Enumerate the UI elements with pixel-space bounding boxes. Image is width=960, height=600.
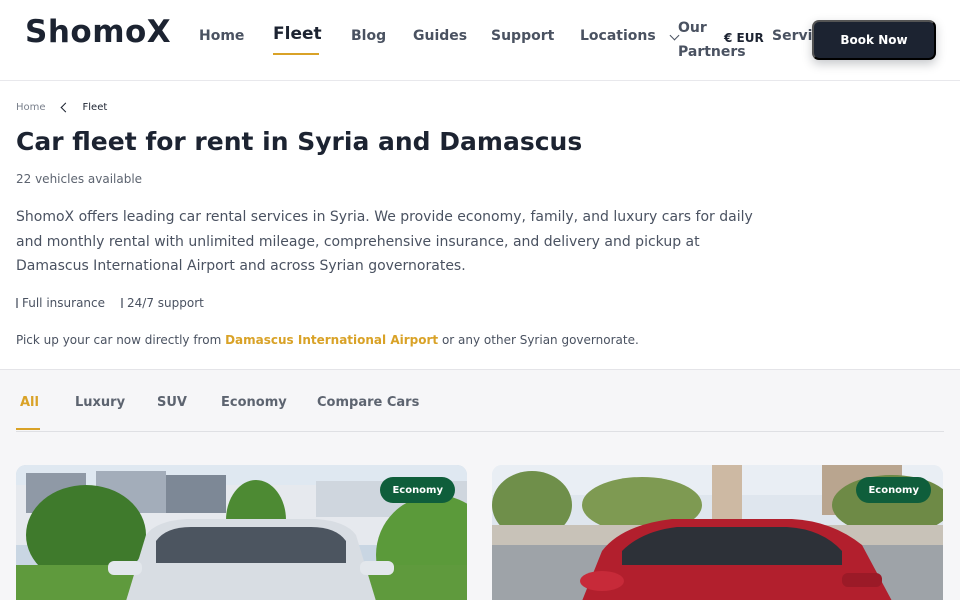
nav-support[interactable]: Support [491,28,554,44]
feature-label: 24/7 support [127,296,204,310]
car-card[interactable]: Economy [16,465,467,600]
currency-selector[interactable]: € EUR [724,31,764,45]
chevron-left-icon [60,102,70,113]
vehicle-count: 22 vehicles available [16,172,143,186]
category-badge: Economy [856,477,931,503]
nav-blog[interactable]: Blog [351,28,386,44]
feature-label: Full insurance [22,296,106,310]
site-logo[interactable]: ShomoX [25,14,171,50]
pickup-note: Pick up your car now directly from Damas… [16,333,639,347]
category-badge: Economy [380,477,455,503]
nav-locations-label: Locations [580,28,656,44]
site-header: ShomoX Home Fleet Blog Guides Support Lo… [0,0,960,81]
tab-luxury[interactable]: Luxury [75,395,125,410]
breadcrumb-current: Fleet [82,102,108,113]
nav-active-indicator [273,53,319,55]
feature-item: 24/7 support [121,296,204,310]
pickup-text-after: or any other Syrian governorate. [438,333,639,347]
nav-partners-line1: Our [678,20,707,36]
nav-guides[interactable]: Guides [413,28,467,44]
category-tabs: All Luxury SUV Economy Compare Cars [16,370,944,432]
tab-suv[interactable]: SUV [157,395,187,410]
breadcrumb: Home Fleet [16,102,107,113]
intro-paragraph: ShomoX offers leading car rental service… [16,209,753,274]
tab-economy[interactable]: Economy [221,395,287,410]
book-now-button[interactable]: Book Now [812,20,936,60]
check-icon [16,298,18,308]
tab-active-indicator [16,428,40,430]
breadcrumb-home[interactable]: Home [16,102,46,113]
pickup-text-before: Pick up your car now directly from [16,333,226,347]
nav-locations[interactable]: Locations [580,28,656,44]
feature-item: Full insurance [16,296,105,310]
nav-fleet[interactable]: Fleet [273,24,322,44]
tab-all[interactable]: All [20,395,39,410]
fleet-catalog: All Luxury SUV Economy Compare Cars Econ… [0,369,960,600]
page-title: Car fleet for rent in Syria and Damascus [16,127,583,156]
airport-link[interactable]: Damascus International Airport [225,333,438,347]
car-card[interactable]: Economy [492,465,943,600]
feature-list: Full insurance 24/7 support [16,296,204,310]
nav-home[interactable]: Home [199,28,244,44]
tab-compare-cars[interactable]: Compare Cars [317,395,419,410]
nav-partners-line2: Partners [678,44,746,60]
check-icon [121,298,124,308]
